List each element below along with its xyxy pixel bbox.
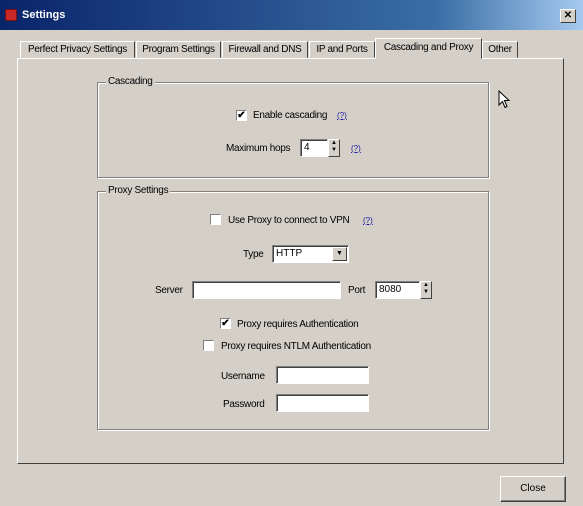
- server-label: Server: [155, 285, 183, 296]
- proxy-auth-checkbox[interactable]: ✔: [220, 318, 231, 329]
- proxy-help-link[interactable]: (?): [363, 216, 373, 225]
- maximum-hops-spinner[interactable]: ▲ ▼: [328, 139, 340, 157]
- window-title: Settings: [22, 9, 66, 21]
- username-label: Username: [221, 371, 265, 382]
- port-input[interactable]: 8080: [375, 281, 420, 299]
- maximum-hops-label: Maximum hops: [226, 143, 291, 154]
- tab-ip-and-ports[interactable]: IP and Ports: [309, 41, 375, 58]
- spin-arrows-icon: ▲ ▼: [423, 282, 429, 295]
- proxy-type-value: HTTP: [276, 248, 303, 259]
- tab-firewall-and-dns[interactable]: Firewall and DNS: [222, 41, 308, 58]
- username-input[interactable]: [276, 366, 369, 384]
- cascading-help-link[interactable]: (?): [337, 111, 347, 120]
- enable-cascading-checkbox[interactable]: ✔: [236, 110, 247, 121]
- chevron-down-icon: ▼: [336, 250, 343, 257]
- tab-cascading-and-proxy[interactable]: Cascading and Proxy: [375, 38, 482, 59]
- proxy-type-dropdown-button[interactable]: ▼: [332, 247, 347, 261]
- spin-arrows-icon: ▲ ▼: [331, 140, 337, 153]
- port-label: Port: [348, 285, 366, 296]
- tab-other[interactable]: Other: [482, 41, 518, 58]
- ntlm-auth-label[interactable]: Proxy requires NTLM Authentication: [221, 341, 371, 352]
- tab-label: IP and Ports: [316, 44, 368, 55]
- type-label: Type: [243, 249, 264, 260]
- max-hops-help-link[interactable]: (?): [351, 144, 361, 153]
- tab-label: Perfect Privacy Settings: [28, 44, 127, 55]
- proxy-auth-label[interactable]: Proxy requires Authentication: [237, 319, 359, 330]
- close-button[interactable]: Close: [500, 476, 566, 502]
- server-input[interactable]: [192, 281, 341, 299]
- close-icon: ✕: [563, 10, 573, 21]
- checkmark-icon: ✔: [237, 110, 246, 121]
- tab-perfect-privacy-settings[interactable]: Perfect Privacy Settings: [20, 41, 135, 58]
- password-input[interactable]: [276, 394, 369, 412]
- settings-app-icon: [5, 9, 17, 21]
- mouse-pointer-icon: [498, 90, 511, 109]
- tab-label: Cascading and Proxy: [383, 42, 474, 53]
- cascading-legend: Cascading: [106, 76, 155, 87]
- ntlm-auth-checkbox[interactable]: [203, 340, 214, 351]
- tab-label: Other: [488, 44, 512, 55]
- tab-label: Program Settings: [142, 44, 215, 55]
- close-window-button[interactable]: ✕: [560, 9, 576, 23]
- password-label: Password: [223, 399, 265, 410]
- port-spinner[interactable]: ▲ ▼: [420, 281, 432, 299]
- checkmark-icon: ✔: [221, 318, 230, 329]
- tab-program-settings[interactable]: Program Settings: [136, 41, 221, 58]
- settings-window: Settings ✕ Perfect Privacy Settings Prog…: [0, 0, 583, 506]
- cascading-group: Cascading: [97, 76, 489, 178]
- proxy-settings-legend: Proxy Settings: [106, 185, 171, 196]
- maximum-hops-input[interactable]: 4: [300, 139, 328, 157]
- tab-label: Firewall and DNS: [228, 44, 302, 55]
- use-proxy-checkbox[interactable]: [210, 214, 221, 225]
- enable-cascading-label[interactable]: Enable cascading: [253, 110, 327, 121]
- use-proxy-label[interactable]: Use Proxy to connect to VPN: [228, 215, 350, 226]
- title-bar[interactable]: Settings ✕: [0, 0, 583, 30]
